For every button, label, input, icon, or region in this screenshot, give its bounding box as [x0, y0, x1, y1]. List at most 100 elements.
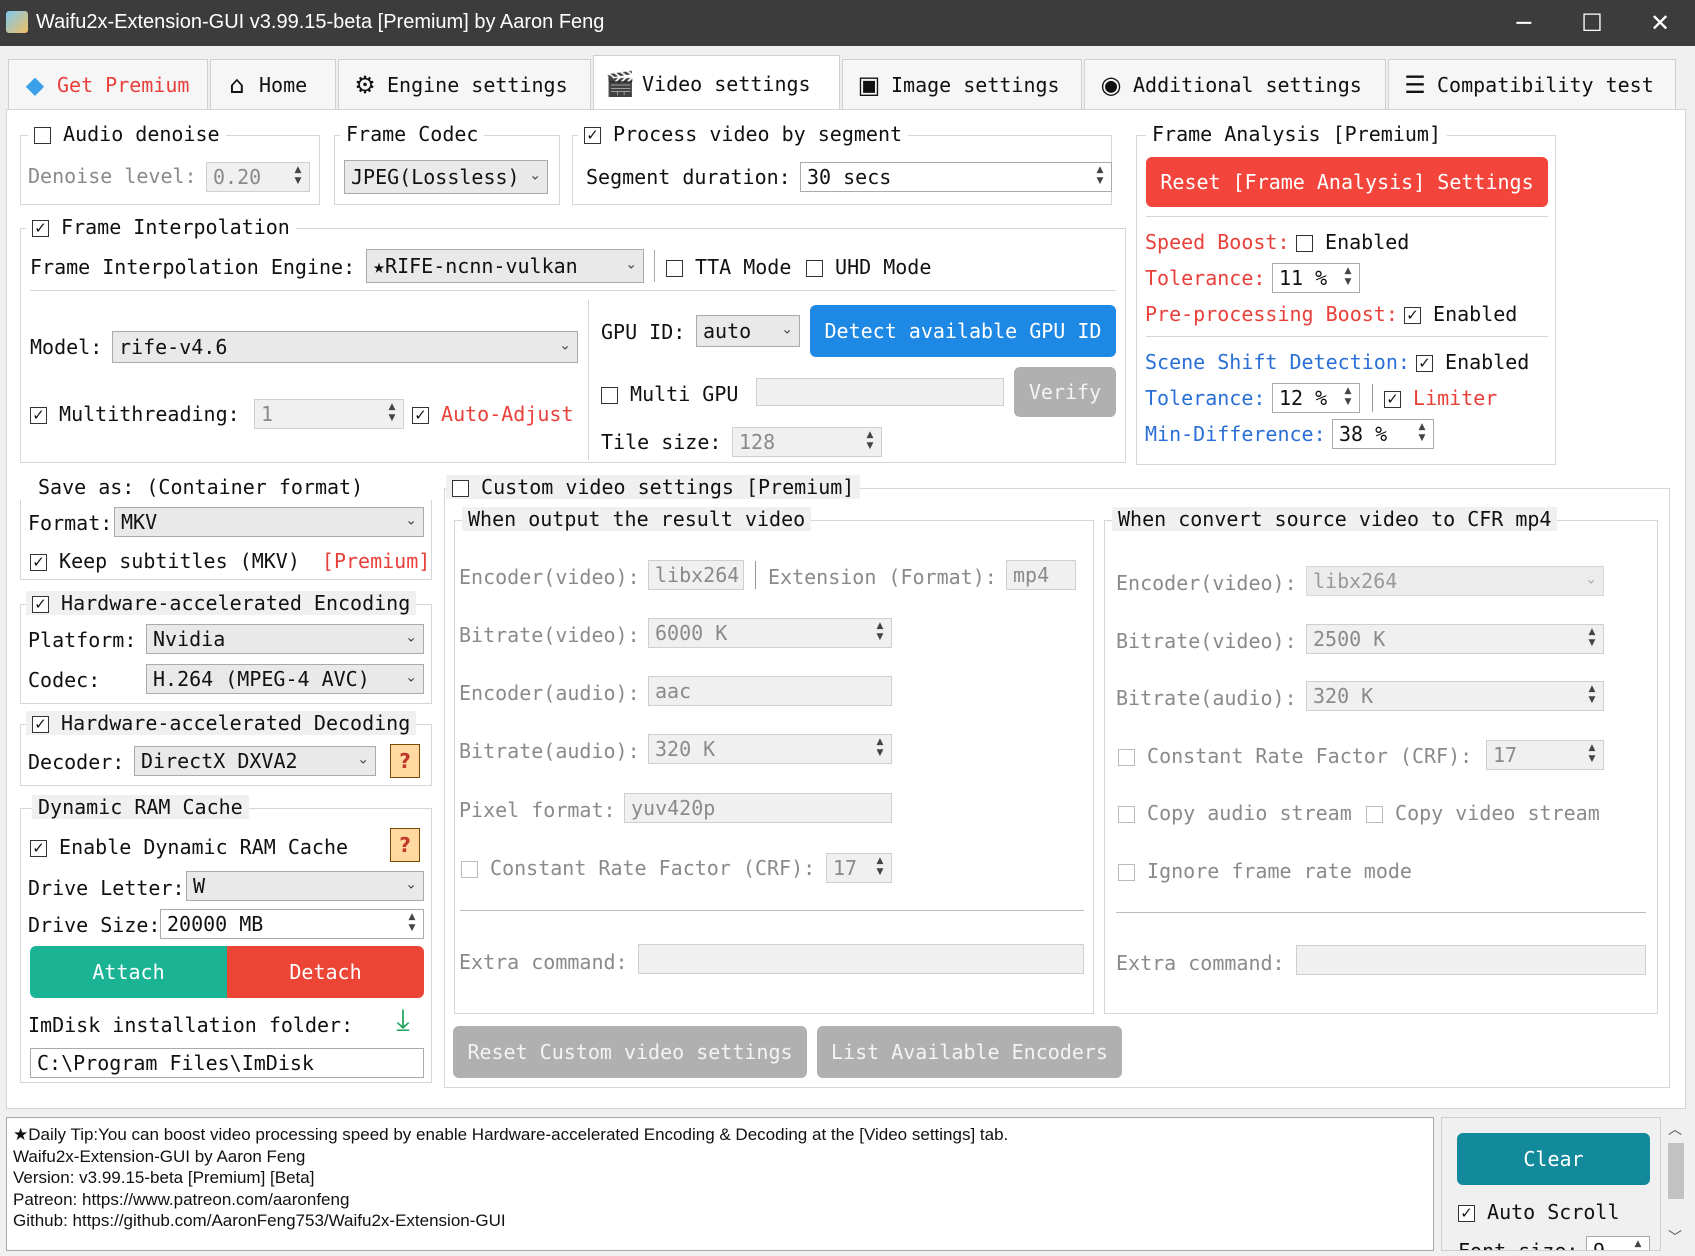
multi-gpu-input[interactable] [756, 378, 1004, 406]
reset-frame-analysis-button[interactable]: Reset [Frame Analysis] Settings [1146, 157, 1548, 207]
min-difference-spinbox[interactable]: 38 % ▲ ▼ [1332, 419, 1434, 449]
crf-spinbox[interactable]: 17 ▲ ▼ [826, 853, 892, 883]
denoise-level-spinbox[interactable]: 0.20 ▲ ▼ [206, 162, 310, 192]
gpu-id-select[interactable]: auto ⌄ [696, 315, 800, 347]
uhd-mode-checkbox[interactable] [806, 260, 823, 277]
scroll-up-icon[interactable]: ︿ [1668, 1119, 1682, 1139]
minimize-button[interactable]: ─ [1490, 0, 1558, 46]
copy-audio-checkbox[interactable] [1118, 806, 1135, 823]
auto-adjust-toggle[interactable]: ✓ Auto-Adjust [412, 402, 574, 426]
tab-get-premium[interactable]: ◆ Get Premium [8, 59, 208, 109]
speed-boost-toggle[interactable]: Enabled [1296, 230, 1409, 254]
font-size-spinbox[interactable]: 9 ▲▼ [1586, 1236, 1650, 1250]
segment-toggle[interactable]: ✓ Process video by segment [578, 122, 909, 146]
bitrate-audio-spinbox[interactable]: 320 K ▲ ▼ [648, 734, 892, 764]
tab-additional-settings[interactable]: ◉ Additional settings [1084, 59, 1386, 109]
multithreading-checkbox[interactable]: ✓ [30, 407, 47, 424]
custom-video-toggle[interactable]: Custom video settings [Premium] [446, 475, 861, 499]
conv-crf-toggle[interactable]: Constant Rate Factor (CRF): [1118, 744, 1472, 768]
tab-engine-settings[interactable]: ⚙ Engine settings [338, 59, 591, 109]
close-button[interactable]: ✕ [1626, 0, 1694, 46]
enable-ram-cache-checkbox[interactable]: ✓ [30, 840, 47, 857]
multithreading-toggle[interactable]: ✓ Multithreading: [30, 402, 240, 426]
hw-decoding-toggle[interactable]: ✓ Hardware-accelerated Decoding [26, 711, 417, 735]
drive-size-spinbox[interactable]: 20000 MB ▲ ▼ [160, 909, 424, 939]
frame-interpolation-checkbox[interactable]: ✓ [32, 220, 49, 237]
extension-input[interactable]: mp4 [1006, 560, 1076, 590]
scroll-down-icon[interactable]: ﹀ [1668, 1227, 1682, 1247]
conv-encoder-video-select[interactable]: libx264 ⌄ [1306, 566, 1604, 596]
extra-command-input[interactable] [638, 944, 1084, 974]
segment-checkbox[interactable]: ✓ [584, 127, 601, 144]
encoder-video-input[interactable]: libx264 [648, 560, 744, 590]
detect-gpu-button[interactable]: Detect available GPU ID [810, 305, 1116, 357]
ram-cache-help-icon[interactable]: ? [390, 828, 420, 862]
imdisk-path-input[interactable]: C:\Program Files\ImDisk [30, 1048, 424, 1078]
auto-scroll-checkbox[interactable]: ✓ [1458, 1205, 1475, 1222]
log-output[interactable]: ★Daily Tip:You can boost video processin… [6, 1117, 1434, 1251]
attach-button[interactable]: Attach [30, 946, 227, 998]
scene-tolerance-spinbox[interactable]: 12 % ▲ ▼ [1272, 383, 1360, 413]
audio-denoise-checkbox[interactable] [34, 127, 51, 144]
preprocessing-boost-checkbox[interactable]: ✓ [1404, 307, 1421, 324]
tolerance-spinbox[interactable]: 11 % ▲ ▼ [1272, 263, 1360, 293]
reset-custom-video-button[interactable]: Reset Custom video settings [453, 1026, 807, 1078]
list-encoders-button[interactable]: List Available Encoders [817, 1026, 1122, 1078]
keep-subtitles-toggle[interactable]: ✓ Keep subtitles (MKV) [Premium] [30, 549, 430, 573]
conv-crf-spinbox[interactable]: 17 ▲ ▼ [1486, 740, 1604, 770]
multi-gpu-checkbox[interactable] [601, 387, 618, 404]
log-scrollbar[interactable]: ︿ ﹀ [1662, 1117, 1690, 1251]
scene-shift-toggle[interactable]: ✓ Enabled [1416, 350, 1529, 374]
uhd-mode-toggle[interactable]: UHD Mode [806, 255, 931, 279]
decoder-select[interactable]: DirectX DXVA2 ⌄ [134, 746, 376, 776]
conv-bitrate-video-spinbox[interactable]: 2500 K ▲ ▼ [1306, 624, 1604, 654]
interpolation-engine-select[interactable]: ★RIFE-ncnn-vulkan ⌄ [366, 249, 644, 283]
scene-shift-checkbox[interactable]: ✓ [1416, 355, 1433, 372]
preprocessing-boost-toggle[interactable]: ✓ Enabled [1404, 302, 1517, 326]
audio-denoise-toggle[interactable]: Audio denoise [28, 122, 226, 146]
hw-decoding-checkbox[interactable]: ✓ [32, 716, 49, 733]
tab-compatibility-test[interactable]: ☰ Compatibility test [1388, 59, 1676, 109]
encoder-audio-input[interactable]: aac [648, 676, 892, 706]
hw-encoding-checkbox[interactable]: ✓ [32, 596, 49, 613]
tile-size-spinbox[interactable]: 128 ▲ ▼ [732, 427, 882, 457]
tta-mode-checkbox[interactable] [666, 260, 683, 277]
ignore-fps-toggle[interactable]: Ignore frame rate mode [1118, 859, 1412, 883]
limiter-checkbox[interactable]: ✓ [1384, 391, 1401, 408]
crf-checkbox[interactable] [461, 861, 478, 878]
frame-codec-select[interactable]: JPEG(Lossless) ⌄ [344, 160, 548, 194]
copy-audio-toggle[interactable]: Copy audio stream [1118, 801, 1352, 825]
copy-video-toggle[interactable]: Copy video stream [1366, 801, 1600, 825]
auto-adjust-checkbox[interactable]: ✓ [412, 407, 429, 424]
decoder-help-icon[interactable]: ? [390, 744, 420, 778]
crf-toggle[interactable]: Constant Rate Factor (CRF): [461, 856, 815, 880]
custom-video-checkbox[interactable] [452, 480, 469, 497]
drive-letter-select[interactable]: W ⌄ [186, 871, 424, 901]
auto-scroll-toggle[interactable]: ✓ Auto Scroll [1458, 1200, 1620, 1224]
segment-duration-spinbox[interactable]: 30 secs ▲ ▼ [800, 162, 1112, 192]
model-select[interactable]: rife-v4.6 ⌄ [112, 331, 578, 363]
multi-gpu-toggle[interactable]: Multi GPU [601, 382, 738, 406]
tta-mode-toggle[interactable]: TTA Mode [666, 255, 791, 279]
multithreading-spinbox[interactable]: 1 ▲ ▼ [254, 399, 404, 429]
speed-boost-checkbox[interactable] [1296, 235, 1313, 252]
format-select[interactable]: MKV ⌄ [114, 507, 424, 537]
keep-subtitles-checkbox[interactable]: ✓ [30, 554, 47, 571]
limiter-toggle[interactable]: ✓ Limiter [1384, 386, 1497, 410]
download-icon[interactable]: ⤓ [386, 1004, 420, 1040]
pixel-format-input[interactable]: yuv420p [624, 793, 892, 823]
hw-encoding-toggle[interactable]: ✓ Hardware-accelerated Encoding [26, 591, 417, 615]
conv-crf-checkbox[interactable] [1118, 749, 1135, 766]
enable-ram-cache-toggle[interactable]: ✓ Enable Dynamic RAM Cache [30, 835, 348, 859]
maximize-button[interactable]: ☐ [1558, 0, 1626, 46]
scroll-thumb[interactable] [1668, 1143, 1684, 1199]
tab-home[interactable]: ⌂ Home [210, 59, 336, 109]
conv-bitrate-audio-spinbox[interactable]: 320 K ▲ ▼ [1306, 681, 1604, 711]
ignore-fps-checkbox[interactable] [1118, 864, 1135, 881]
platform-select[interactable]: Nvidia ⌄ [146, 624, 424, 654]
verify-button[interactable]: Verify [1014, 367, 1116, 417]
clear-log-button[interactable]: Clear [1457, 1133, 1650, 1185]
frame-interpolation-toggle[interactable]: ✓ Frame Interpolation [26, 215, 296, 239]
tab-image-settings[interactable]: ▣ Image settings [842, 59, 1082, 109]
copy-video-checkbox[interactable] [1366, 806, 1383, 823]
